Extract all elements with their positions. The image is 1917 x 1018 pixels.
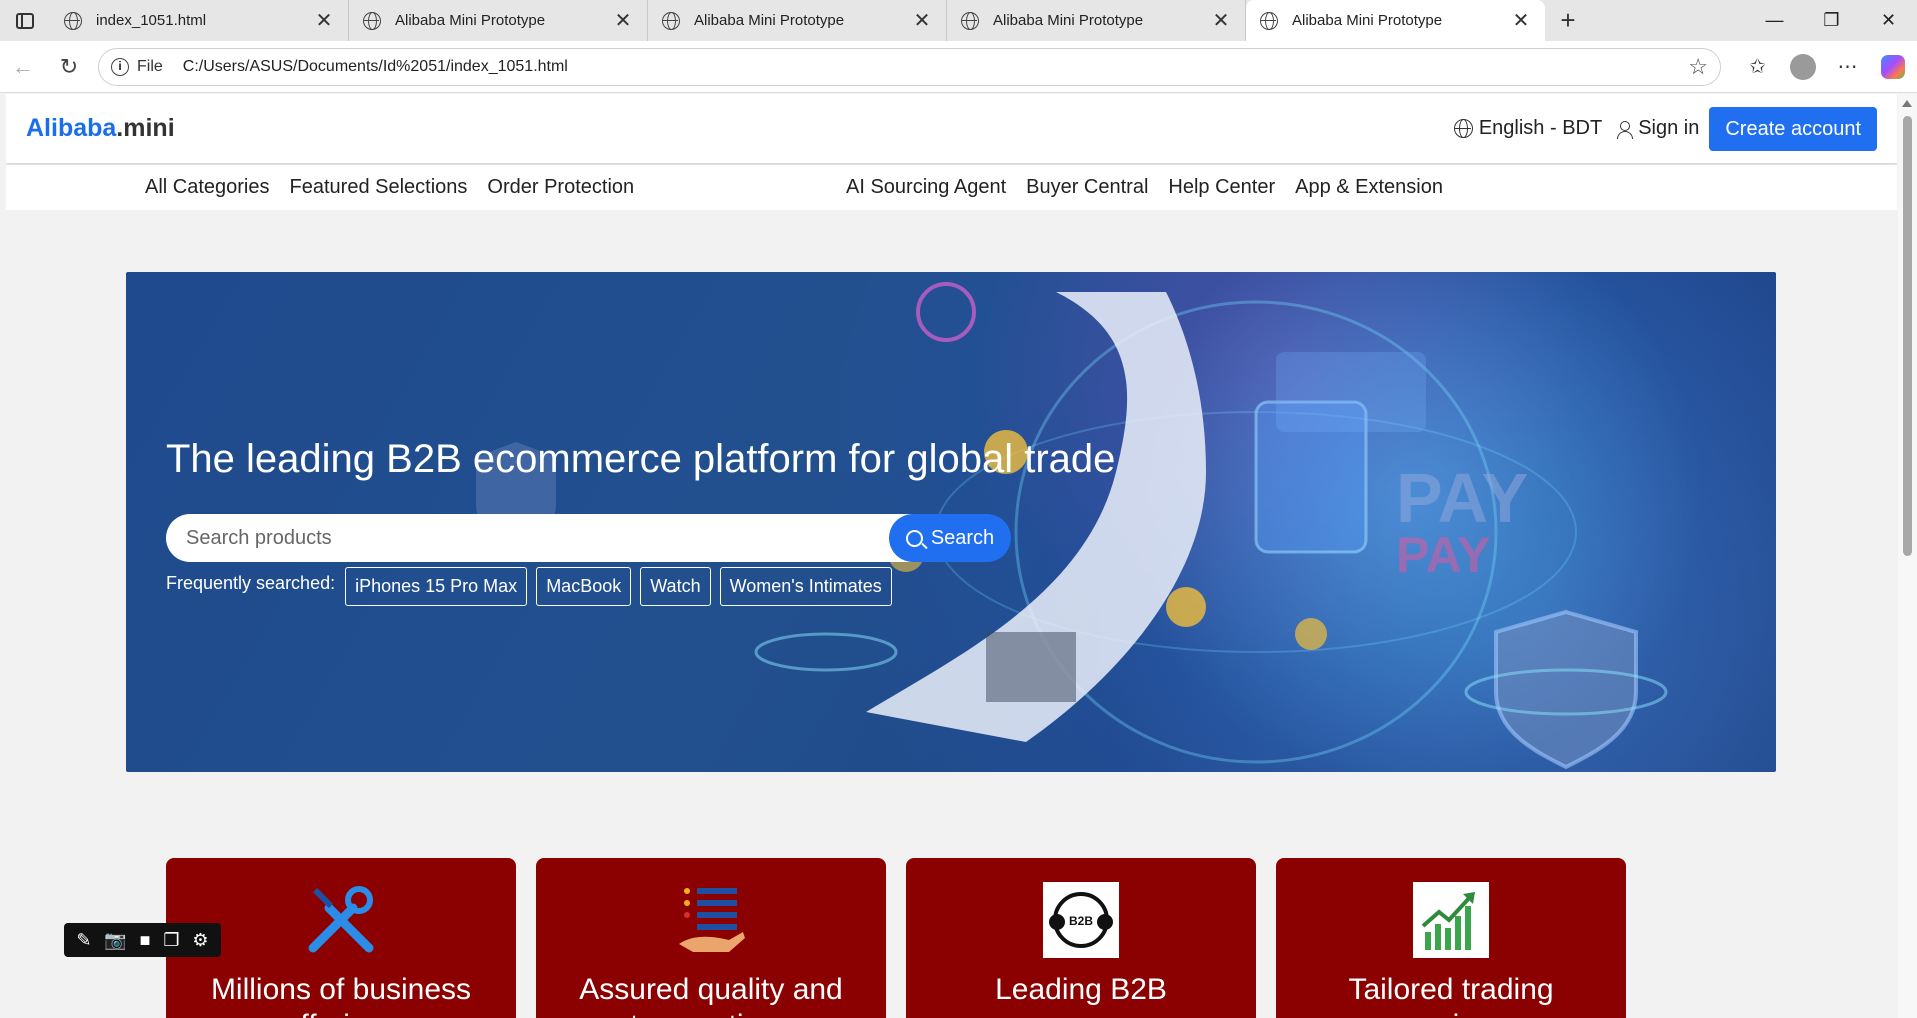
window-capture-icon[interactable]: ❐ (163, 930, 179, 951)
close-window-icon[interactable]: ✕ (1860, 0, 1917, 41)
logo-main: Alibaba (26, 114, 117, 142)
copilot-icon (1880, 54, 1905, 79)
svg-text:PAY: PAY (1396, 527, 1491, 583)
search-bar: Search (166, 514, 1011, 562)
nav-item-app-extension[interactable]: App & Extension (1295, 176, 1443, 199)
tab-title: Alibaba Mini Prototype (993, 12, 1144, 29)
card-title: Assured quality and transactions (579, 973, 843, 1018)
nav-item-all-categories[interactable]: All Categories (145, 176, 270, 199)
globe-icon (1260, 11, 1278, 30)
browser-tab[interactable]: Alibaba Mini Prototype ✕ (947, 0, 1246, 41)
tab-title: index_1051.html (96, 12, 207, 29)
page-viewport: Alibaba.mini English - BDT Sign in Creat… (6, 94, 1897, 1018)
site-header: Alibaba.mini English - BDT Sign in Creat… (6, 94, 1897, 163)
frequently-searched: Frequently searched: iPhones 15 Pro Max … (166, 567, 901, 606)
feature-card[interactable]: Tailored trading experience (1276, 858, 1626, 1018)
tab-actions-button[interactable] (0, 0, 50, 41)
profile-avatar-icon (1789, 53, 1816, 80)
language-selector[interactable]: English - BDT (1453, 117, 1603, 140)
url-scheme-label: File (137, 57, 163, 75)
site-logo[interactable]: Alibaba.mini (26, 114, 175, 143)
close-tab-icon[interactable]: ✕ (1511, 8, 1531, 33)
tab-actions-icon (16, 12, 34, 29)
create-account-button[interactable]: Create account (1709, 106, 1877, 151)
address-bar[interactable]: i File C:/Users/ASUS/Documents/Id%2051/i… (98, 47, 1721, 86)
svg-text:PAY: PAY (1396, 459, 1528, 537)
search-button[interactable]: Search (889, 514, 1011, 562)
nav-item-help-center[interactable]: Help Center (1168, 176, 1275, 199)
globe-icon (363, 11, 381, 30)
reload-icon[interactable]: ↻ (46, 54, 92, 80)
user-icon (1616, 120, 1634, 139)
url-text[interactable]: C:/Users/ASUS/Documents/Id%2051/index_10… (183, 58, 1688, 76)
browser-tab[interactable]: Alibaba Mini Prototype ✕ (648, 0, 947, 41)
site-info-icon[interactable]: i (111, 57, 129, 76)
close-tab-icon[interactable]: ✕ (912, 8, 932, 33)
scroll-up-arrow-icon[interactable] (1902, 100, 1912, 107)
b2b-cycle-icon: B2B (1043, 882, 1119, 958)
globe-icon (662, 11, 680, 30)
browser-tab-active[interactable]: Alibaba Mini Prototype ✕ (1246, 0, 1545, 41)
page-scrollbar[interactable] (1898, 94, 1917, 1018)
browser-tab[interactable]: Alibaba Mini Prototype ✕ (349, 0, 648, 41)
search-chip[interactable]: Women's Intimates (719, 567, 892, 606)
search-button-label: Search (930, 526, 995, 549)
profile-button[interactable] (1780, 53, 1825, 80)
more-options-icon[interactable]: ⋯ (1825, 54, 1870, 79)
svg-text:B2B: B2B (1069, 914, 1093, 928)
new-tab-button[interactable]: + (1545, 0, 1591, 41)
restore-icon[interactable]: ❐ (1803, 0, 1860, 41)
back-arrow-icon[interactable]: ← (0, 54, 46, 80)
close-tab-icon[interactable]: ✕ (314, 8, 334, 33)
browser-tab-bar: index_1051.html ✕ Alibaba Mini Prototype… (0, 0, 1917, 41)
tab-title: Alibaba Mini Prototype (694, 12, 845, 29)
hero-banner: PAY PAY The leading B2B ecommerce platfo… (126, 272, 1776, 772)
browser-toolbar: ← ↻ i File C:/Users/ASUS/Documents/Id%20… (0, 41, 1917, 93)
tools-icon (308, 886, 374, 953)
logo-suffix: .mini (116, 114, 175, 142)
search-chip[interactable]: MacBook (536, 567, 632, 606)
nav-item-ai-sourcing-agent[interactable]: AI Sourcing Agent (846, 176, 1006, 199)
favorite-star-icon[interactable]: ☆ (1688, 54, 1708, 80)
nav-item-order-protection[interactable]: Order Protection (487, 176, 634, 199)
edit-pin-icon[interactable]: ✎ (76, 930, 91, 951)
camera-icon[interactable]: 📷 (104, 930, 126, 951)
copilot-button[interactable] (1870, 54, 1915, 79)
close-tab-icon[interactable]: ✕ (613, 8, 633, 33)
card-title: Leading B2B (995, 973, 1167, 1006)
quality-list-icon (679, 888, 745, 952)
language-label: English - BDT (1478, 117, 1603, 139)
card-title: Tailored trading experience (1348, 973, 1554, 1018)
globe-icon (1453, 119, 1473, 138)
search-icon (905, 529, 923, 547)
scrollbar-thumb[interactable] (1903, 116, 1912, 556)
window-controls: — ❐ ✕ (1746, 0, 1917, 41)
card-title: Millions of business offerings (210, 973, 472, 1018)
growth-chart-icon (1413, 882, 1489, 958)
browser-tab[interactable]: index_1051.html ✕ (50, 0, 349, 41)
sign-in-label: Sign in (1638, 117, 1700, 139)
search-chip[interactable]: Watch (640, 567, 711, 606)
main-nav: All Categories Featured Selections Order… (6, 165, 1897, 210)
tab-title: Alibaba Mini Prototype (1292, 12, 1443, 29)
search-chip[interactable]: iPhones 15 Pro Max (345, 567, 528, 606)
sign-in-link[interactable]: Sign in (1616, 117, 1699, 140)
screen-capture-toolbar: ✎ 📷 ■ ❐ ⚙ (64, 923, 221, 957)
feature-card[interactable]: B2B Leading B2B (906, 858, 1256, 1018)
search-input[interactable] (166, 514, 921, 562)
globe-icon (961, 11, 979, 30)
frequently-searched-label: Frequently searched: (166, 573, 336, 593)
hero-title: The leading B2B ecommerce platform for g… (166, 437, 1116, 481)
video-camera-icon[interactable]: ■ (140, 930, 151, 951)
nav-item-featured-selections[interactable]: Featured Selections (290, 176, 468, 199)
globe-icon (64, 11, 82, 30)
tab-title: Alibaba Mini Prototype (395, 12, 546, 29)
feature-cards: Millions of business offerings Assured q… (166, 858, 1626, 1018)
minimize-icon[interactable]: — (1746, 0, 1803, 41)
nav-item-buyer-central[interactable]: Buyer Central (1026, 176, 1148, 199)
gear-icon[interactable]: ⚙ (192, 930, 208, 951)
favorites-icon[interactable]: ✩ (1735, 54, 1780, 79)
feature-card[interactable]: Assured quality and transactions (536, 858, 886, 1018)
close-tab-icon[interactable]: ✕ (1211, 8, 1231, 33)
